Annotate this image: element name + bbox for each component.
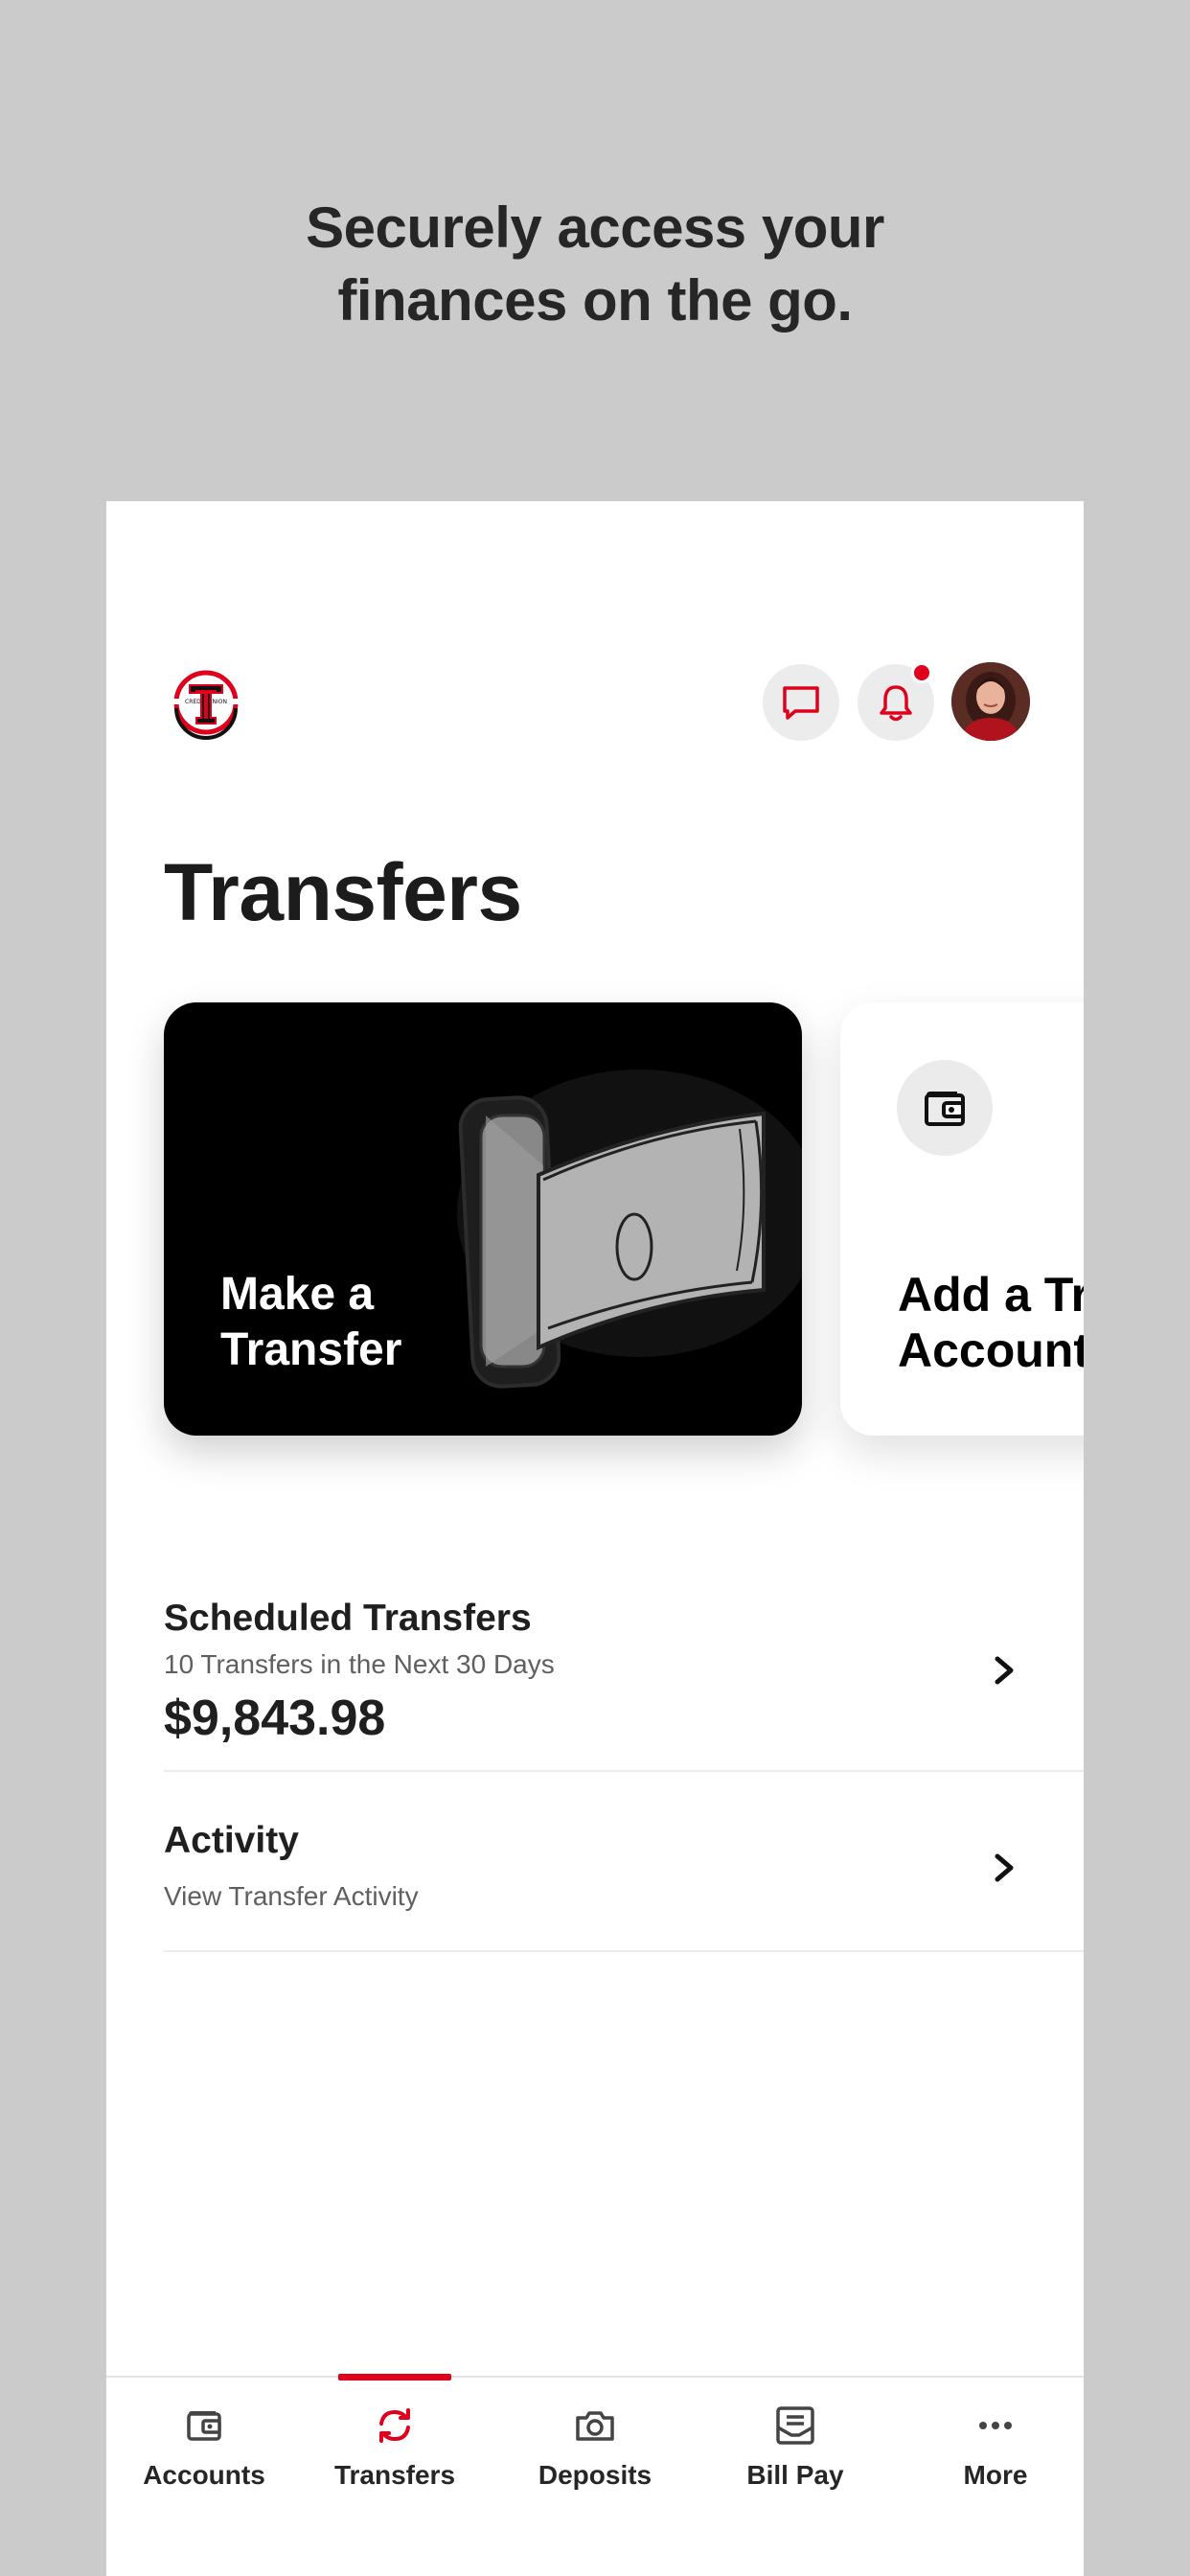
add-account-label-line-2: Account [898, 1323, 1084, 1377]
nav-item-transfers[interactable]: Transfers [297, 2378, 492, 2521]
transfer-arrows-icon [379, 2408, 410, 2443]
camera-icon [576, 2411, 614, 2441]
double-t-logo-icon: CREDIT UNION [172, 670, 240, 740]
wallet-icon-circle [897, 1060, 993, 1156]
nav-label-bill-pay: Bill Pay [746, 2460, 844, 2490]
more-dots-icon [979, 2422, 1012, 2429]
headline-line-1: Securely access your [306, 196, 884, 260]
wallet-icon [925, 1092, 965, 1126]
nav-item-bill-pay[interactable]: Bill Pay [698, 2378, 893, 2521]
chevron-right-icon [995, 1853, 1014, 1882]
make-transfer-label-line-2: Transfer [220, 1324, 402, 1375]
user-avatar-icon [951, 662, 1030, 741]
headline-line-2: finances on the go. [337, 268, 853, 333]
nav-label-transfers: Transfers [333, 2460, 456, 2490]
scheduled-transfers-amount: $9,843.98 [164, 1690, 386, 1746]
add-account-label-line-1: Add a Tr [898, 1268, 1084, 1322]
make-transfer-label: Make a Transfer [220, 1267, 508, 1378]
add-transfer-account-label: Add a Tr Account [898, 1267, 1084, 1378]
credit-union-logo[interactable]: CREDIT UNION [168, 664, 244, 741]
avatar[interactable] [951, 662, 1030, 741]
nav-item-accounts[interactable]: Accounts [106, 2378, 302, 2521]
bottom-nav: Accounts Transfers Deposits Bill Pay Mor… [106, 2374, 1084, 2576]
scheduled-transfers-title: Scheduled Transfers [164, 1598, 532, 1639]
activity-title: Activity [164, 1820, 299, 1861]
activity-row[interactable]: Activity View Transfer Activity [164, 1772, 1084, 1952]
make-transfer-card[interactable]: Make a Transfer [164, 1002, 802, 1436]
bell-icon [880, 685, 912, 722]
scheduled-transfers-subtitle: 10 Transfers in the Next 30 Days [164, 1649, 555, 1679]
nav-label-accounts: Accounts [143, 2460, 265, 2490]
nav-label-more: More [963, 2460, 1028, 2490]
nav-item-deposits[interactable]: Deposits [497, 2378, 693, 2521]
notification-badge [911, 662, 932, 683]
chat-button[interactable] [763, 664, 839, 741]
chevron-right-icon [995, 1656, 1014, 1685]
wallet-icon [187, 2411, 221, 2441]
nav-label-deposits: Deposits [538, 2460, 652, 2490]
marketing-headline: Securely access your finances on the go. [0, 192, 1190, 337]
app-screen: CREDIT UNION Transfers Make a Transfer A… [106, 501, 1084, 2576]
scheduled-transfers-row[interactable]: Scheduled Transfers 10 Transfers in the … [164, 1573, 1084, 1772]
bill-inbox-icon [776, 2406, 814, 2445]
activity-subtitle: View Transfer Activity [164, 1881, 419, 1911]
make-transfer-label-line-1: Make a [220, 1269, 375, 1320]
add-transfer-account-card[interactable]: Add a Tr Account [840, 1002, 1084, 1436]
page-title: Transfers [164, 847, 522, 937]
chat-bubble-icon [783, 686, 819, 720]
nav-item-more[interactable]: More [898, 2378, 1084, 2521]
